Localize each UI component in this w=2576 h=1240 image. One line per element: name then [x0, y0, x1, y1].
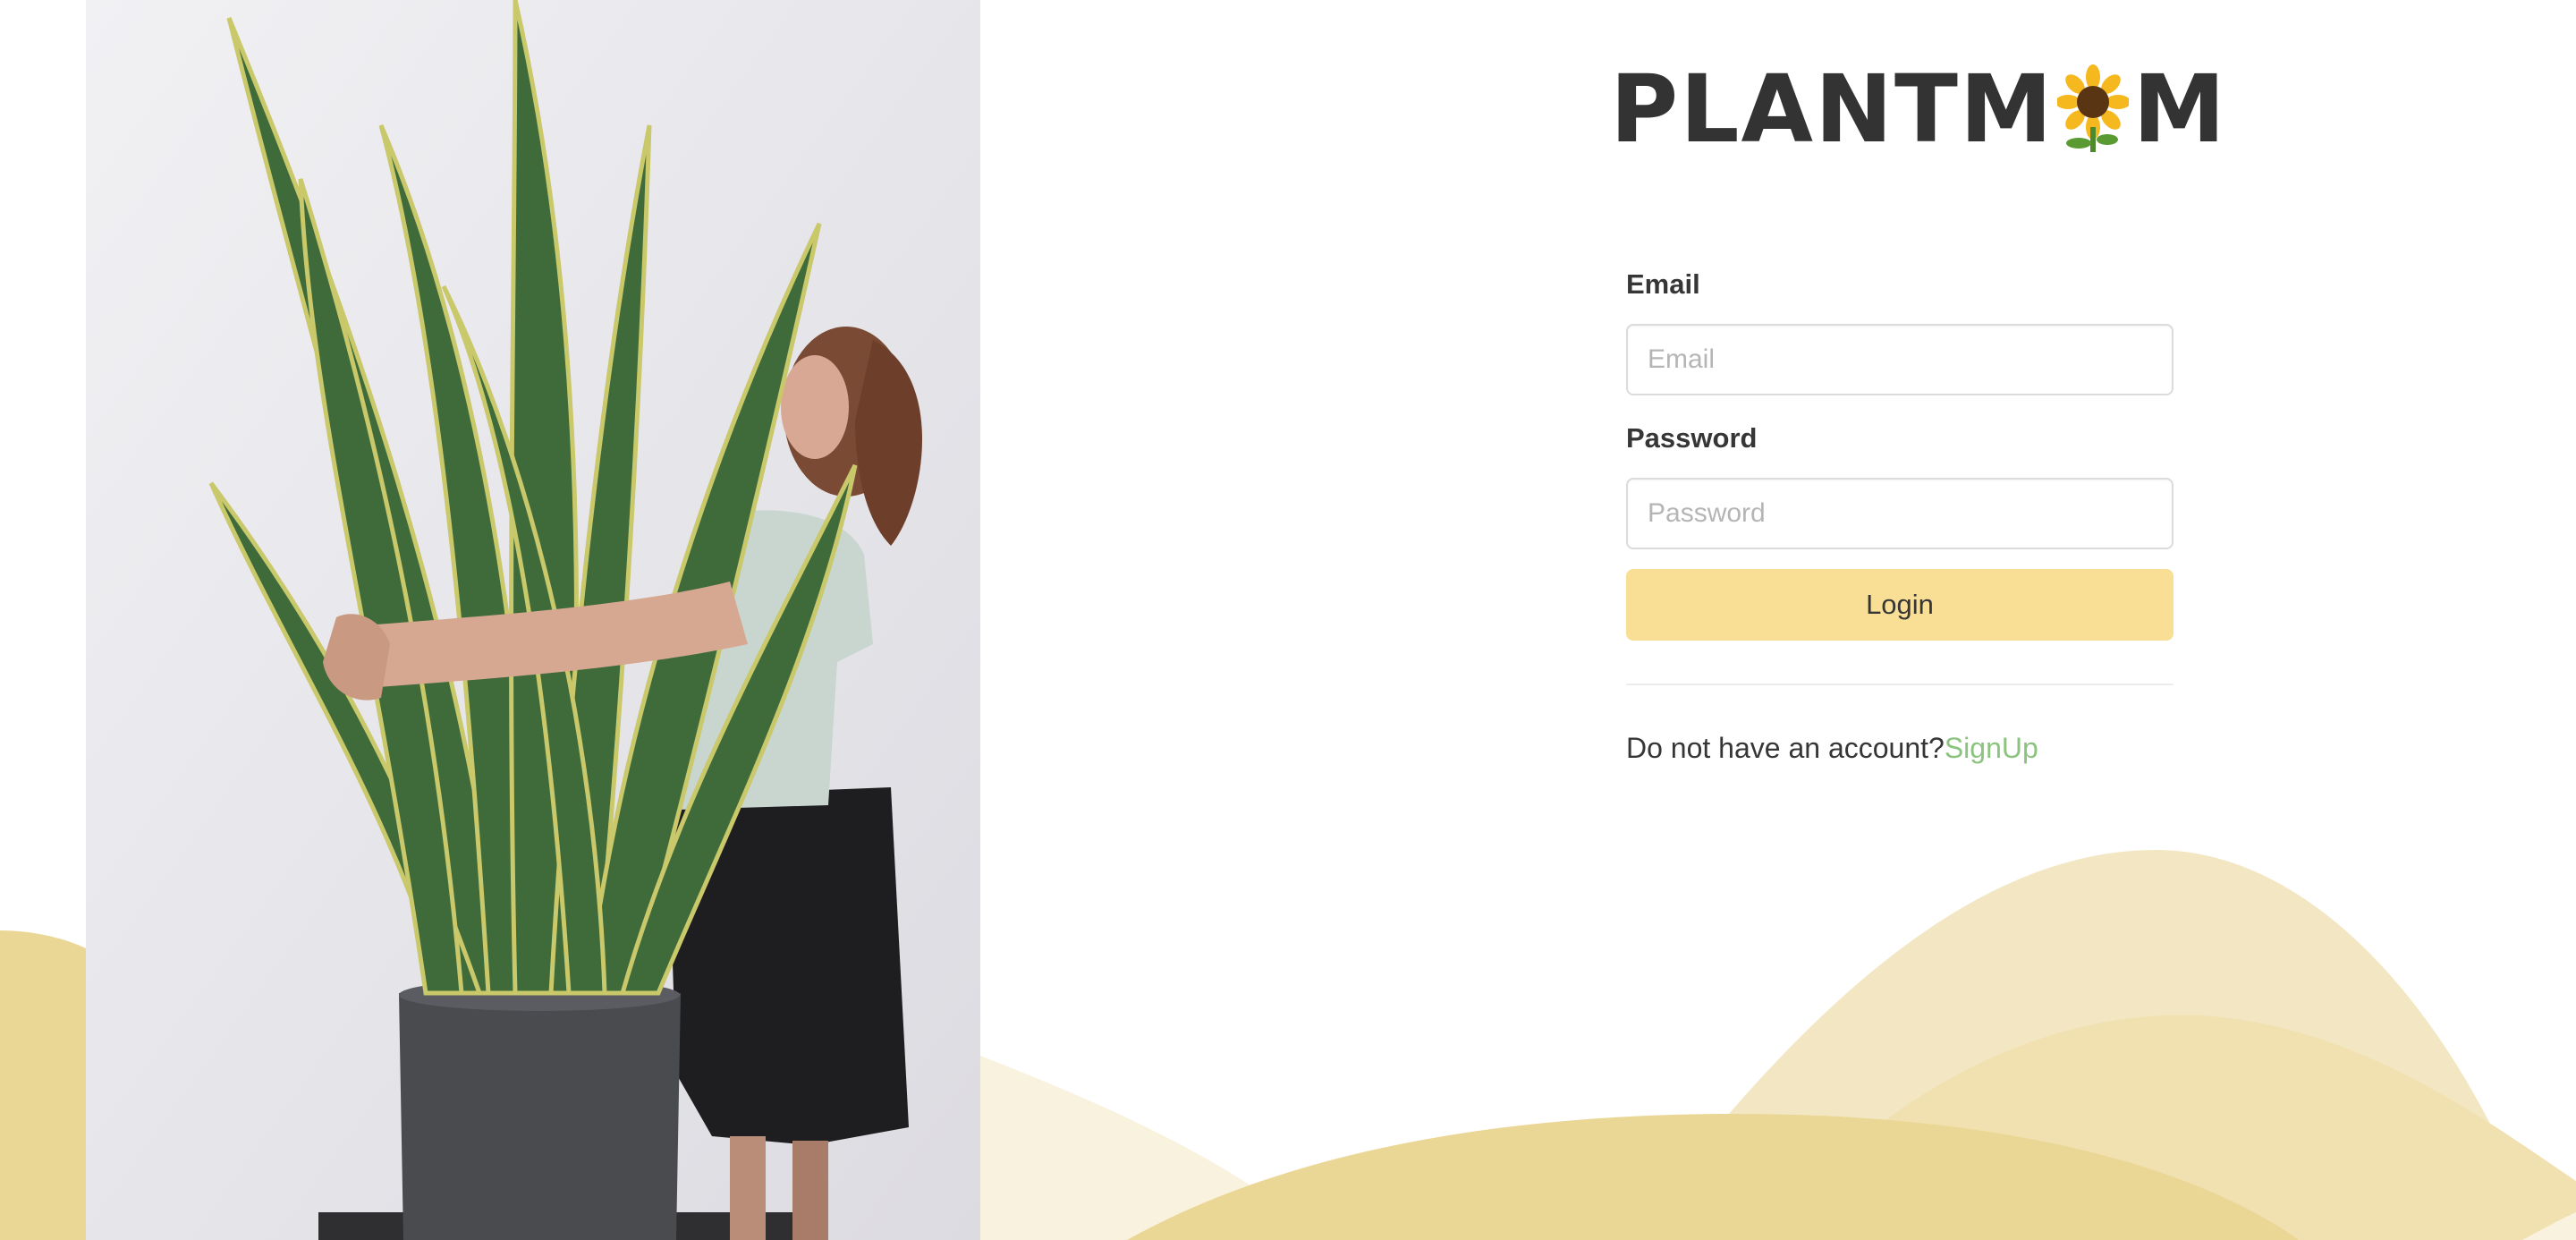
sunflower-icon — [2057, 64, 2130, 152]
brand-logo: PLANTM M — [1610, 55, 2225, 164]
login-button[interactable]: Login — [1626, 569, 2174, 641]
form-divider — [1626, 684, 2174, 685]
hero-photo — [86, 0, 980, 1240]
email-input[interactable] — [1626, 324, 2174, 395]
password-label: Password — [1626, 422, 1758, 454]
woman-hugging-plant-illustration — [86, 0, 980, 1240]
email-label: Email — [1626, 268, 1700, 300]
wave-dark-left — [0, 930, 86, 1240]
logo-suffix: M — [2132, 55, 2227, 164]
login-page: PLANTM M Email Password Login Do not hav… — [0, 0, 2576, 1240]
login-form: Email Password Login Do not have an acco… — [1626, 263, 2174, 766]
logo-prefix: PLANTM — [1610, 55, 2055, 164]
signup-prompt-text: Do not have an account? — [1626, 732, 1945, 764]
signup-link[interactable]: SignUp — [1945, 732, 2038, 764]
signup-prompt-row: Do not have an account?SignUp — [1626, 730, 2174, 766]
password-input[interactable] — [1626, 478, 2174, 549]
